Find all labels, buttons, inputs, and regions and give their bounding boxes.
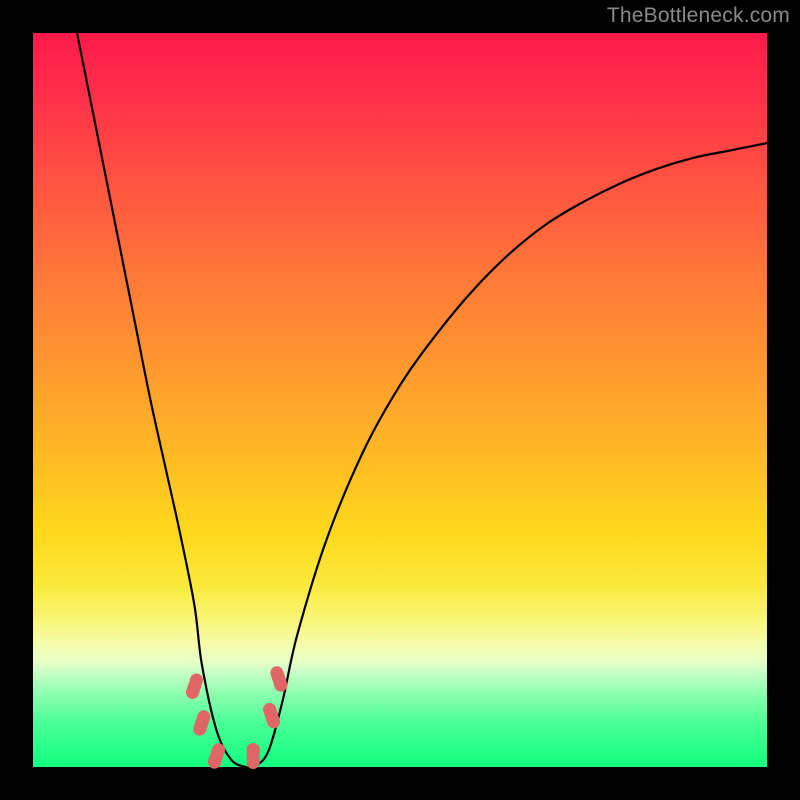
curve-marker: [247, 743, 260, 769]
bottleneck-curve: [77, 33, 767, 768]
curve-markers: [184, 665, 289, 771]
watermark-text: TheBottleneck.com: [607, 4, 790, 28]
chart-frame: TheBottleneck.com: [0, 0, 800, 800]
curve-marker: [269, 665, 289, 694]
curve-marker: [192, 709, 212, 738]
curve-marker: [184, 672, 204, 701]
chart-svg: [33, 33, 767, 767]
curve-marker: [206, 742, 226, 771]
